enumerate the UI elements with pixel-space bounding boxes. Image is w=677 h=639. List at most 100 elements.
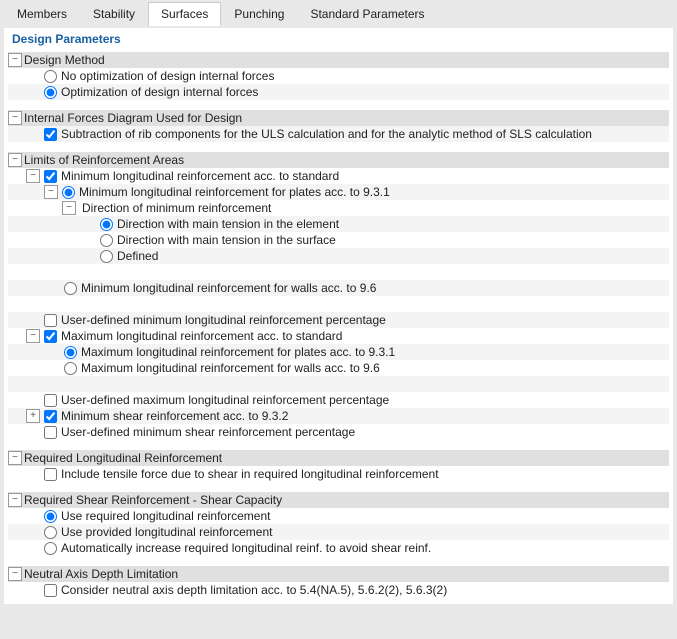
row-no-opt[interactable]: No optimization of design internal force… (8, 68, 669, 84)
radio-dir-surf[interactable] (100, 234, 113, 247)
blank-row (8, 296, 669, 312)
tab-stability[interactable]: Stability (80, 2, 148, 26)
collapse-icon[interactable]: − (8, 493, 22, 507)
tab-punching[interactable]: Punching (221, 2, 297, 26)
group-req-shear: − Required Shear Reinforcement - Shear C… (8, 492, 669, 508)
radio-use-prov[interactable] (44, 526, 57, 539)
row-max-walls[interactable]: Maximum longitudinal reinforcement for w… (8, 360, 669, 376)
row-auto[interactable]: Automatically increase required longitud… (8, 540, 669, 556)
row-dir-def[interactable]: Defined (8, 248, 669, 264)
group-ifd: − Internal Forces Diagram Used for Desig… (8, 110, 669, 126)
panel-title: Design Parameters (4, 28, 673, 50)
tree: − Design Method No optimization of desig… (4, 50, 673, 604)
collapse-icon[interactable]: − (8, 451, 22, 465)
label-consider-neutral: Consider neutral axis depth limitation a… (61, 583, 447, 597)
label-dir-header: Direction of minimum reinforcement (82, 201, 271, 215)
header-label: Limits of Reinforcement Areas (24, 153, 184, 167)
label-min-walls: Minimum longitudinal reinforcement for w… (81, 281, 376, 295)
label-use-prov: Use provided longitudinal reinforcement (61, 525, 272, 539)
blank-row (8, 376, 669, 392)
row-use-prov[interactable]: Use provided longitudinal reinforcement (8, 524, 669, 540)
collapse-icon[interactable]: − (26, 169, 40, 183)
checkbox-subtract-rib[interactable] (44, 128, 57, 141)
collapse-icon[interactable]: − (44, 185, 58, 199)
label-auto: Automatically increase required longitud… (61, 541, 431, 555)
label-user-max-long: User-defined maximum longitudinal reinfo… (61, 393, 389, 407)
group-req-long: − Required Longitudinal Reinforcement (8, 450, 669, 466)
group-design-method: − Design Method (8, 52, 669, 68)
row-max-long-std[interactable]: − Maximum longitudinal reinforcement acc… (8, 328, 669, 344)
radio-dir-elem[interactable] (100, 218, 113, 231)
row-min-walls[interactable]: Minimum longitudinal reinforcement for w… (8, 280, 669, 296)
row-dir-surf[interactable]: Direction with main tension in the surfa… (8, 232, 669, 248)
design-parameters-panel: Design Parameters − Design Method No opt… (4, 28, 673, 604)
label-min-shear: Minimum shear reinforcement acc. to 9.3.… (61, 409, 288, 423)
label-dir-def: Defined (117, 249, 158, 263)
group-limits: − Limits of Reinforcement Areas (8, 152, 669, 168)
label-dir-elem: Direction with main tension in the eleme… (117, 217, 339, 231)
checkbox-user-min-long[interactable] (44, 314, 57, 327)
row-min-plates[interactable]: − Minimum longitudinal reinforcement for… (8, 184, 669, 200)
header-label: Required Longitudinal Reinforcement (24, 451, 222, 465)
checkbox-min-long-std[interactable] (44, 170, 57, 183)
label-subtract-rib: Subtraction of rib components for the UL… (61, 127, 592, 141)
row-user-max-long[interactable]: User-defined maximum longitudinal reinfo… (8, 392, 669, 408)
radio-use-req[interactable] (44, 510, 57, 523)
label-min-long-std: Minimum longitudinal reinforcement acc. … (61, 169, 339, 183)
row-max-plates[interactable]: Maximum longitudinal reinforcement for p… (8, 344, 669, 360)
checkbox-max-long-std[interactable] (44, 330, 57, 343)
radio-min-plates[interactable] (62, 186, 75, 199)
radio-min-walls[interactable] (64, 282, 77, 295)
label-max-plates: Maximum longitudinal reinforcement for p… (81, 345, 395, 359)
collapse-icon[interactable]: − (8, 111, 22, 125)
radio-no-opt[interactable] (44, 70, 57, 83)
label-min-plates: Minimum longitudinal reinforcement for p… (79, 185, 390, 199)
collapse-icon[interactable]: − (26, 329, 40, 343)
radio-max-plates[interactable] (64, 346, 77, 359)
label-user-min-shear: User-defined minimum shear reinforcement… (61, 425, 355, 439)
checkbox-user-min-shear[interactable] (44, 426, 57, 439)
blank-row (8, 264, 669, 280)
radio-auto[interactable] (44, 542, 57, 555)
label-max-long-std: Maximum longitudinal reinforcement acc. … (61, 329, 342, 343)
header-label: Design Method (24, 53, 105, 67)
expand-icon[interactable]: + (26, 409, 40, 423)
tab-standard-parameters[interactable]: Standard Parameters (297, 2, 437, 26)
collapse-icon[interactable]: − (8, 153, 22, 167)
label-dir-surf: Direction with main tension in the surfa… (117, 233, 336, 247)
group-neutral: − Neutral Axis Depth Limitation (8, 566, 669, 582)
row-user-min-long[interactable]: User-defined minimum longitudinal reinfo… (8, 312, 669, 328)
tab-members[interactable]: Members (4, 2, 80, 26)
row-min-long-std[interactable]: − Minimum longitudinal reinforcement acc… (8, 168, 669, 184)
row-consider-neutral[interactable]: Consider neutral axis depth limitation a… (8, 582, 669, 598)
radio-opt[interactable] (44, 86, 57, 99)
row-tensile[interactable]: Include tensile force due to shear in re… (8, 466, 669, 482)
tab-surfaces[interactable]: Surfaces (148, 2, 221, 26)
collapse-icon[interactable]: − (62, 201, 76, 215)
label-opt: Optimization of design internal forces (61, 85, 258, 99)
row-min-shear[interactable]: + Minimum shear reinforcement acc. to 9.… (8, 408, 669, 424)
row-dir-header: − Direction of minimum reinforcement (8, 200, 669, 216)
checkbox-tensile[interactable] (44, 468, 57, 481)
tab-bar: Members Stability Surfaces Punching Stan… (0, 0, 677, 26)
checkbox-consider-neutral[interactable] (44, 584, 57, 597)
label-max-walls: Maximum longitudinal reinforcement for w… (81, 361, 380, 375)
header-label: Required Shear Reinforcement - Shear Cap… (24, 493, 282, 507)
label-no-opt: No optimization of design internal force… (61, 69, 274, 83)
row-opt[interactable]: Optimization of design internal forces (8, 84, 669, 100)
checkbox-min-shear[interactable] (44, 410, 57, 423)
checkbox-user-max-long[interactable] (44, 394, 57, 407)
radio-max-walls[interactable] (64, 362, 77, 375)
row-dir-elem[interactable]: Direction with main tension in the eleme… (8, 216, 669, 232)
collapse-icon[interactable]: − (8, 567, 22, 581)
header-label: Internal Forces Diagram Used for Design (24, 111, 242, 125)
row-use-req[interactable]: Use required longitudinal reinforcement (8, 508, 669, 524)
label-use-req: Use required longitudinal reinforcement (61, 509, 270, 523)
label-user-min-long: User-defined minimum longitudinal reinfo… (61, 313, 386, 327)
row-subtract-rib[interactable]: Subtraction of rib components for the UL… (8, 126, 669, 142)
header-label: Neutral Axis Depth Limitation (24, 567, 178, 581)
radio-dir-def[interactable] (100, 250, 113, 263)
label-tensile: Include tensile force due to shear in re… (61, 467, 439, 481)
collapse-icon[interactable]: − (8, 53, 22, 67)
row-user-min-shear[interactable]: User-defined minimum shear reinforcement… (8, 424, 669, 440)
